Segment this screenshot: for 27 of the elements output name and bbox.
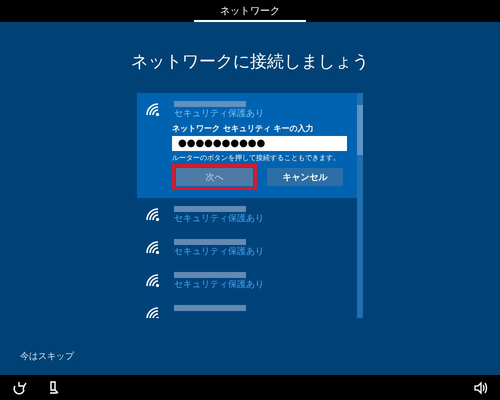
network-item[interactable]: セキュリティ保護あり [137, 264, 357, 297]
cancel-button[interactable]: キャンセル [266, 168, 343, 186]
page-title: ネットワーク [194, 0, 306, 22]
blurred-network-name [174, 305, 246, 311]
blurred-network-name [174, 206, 246, 212]
security-status: セキュリティ保護あり [174, 213, 264, 226]
ease-of-access-icon[interactable] [12, 380, 28, 396]
skip-link[interactable]: 今はスキップ [20, 352, 74, 362]
next-button[interactable]: 次へ [176, 168, 252, 186]
password-field[interactable]: ●●●●●●●●●● [172, 136, 347, 151]
security-status: セキュリティ保護あり [174, 246, 264, 259]
network-item[interactable]: セキュリティ保護あり [137, 231, 357, 264]
scrollbar[interactable] [357, 93, 363, 318]
speaker-icon[interactable] [474, 380, 488, 394]
blurred-network-name [174, 239, 246, 245]
wifi-icon [145, 272, 160, 287]
field-label: ネットワーク セキュリティ キーの入力 [172, 124, 315, 134]
blurred-network-name [174, 101, 246, 107]
security-status: セキュリティ保護あり [174, 108, 264, 121]
heading: ネットワークに接続しましょう [131, 51, 369, 74]
blurred-network-name [174, 272, 246, 278]
wifi-icon [145, 206, 160, 221]
security-status: セキュリティ保護あり [174, 279, 264, 292]
network-item[interactable]: セキュリティ保護あり [137, 198, 357, 231]
wifi-icon [145, 239, 160, 254]
wifi-icon [145, 101, 160, 116]
wifi-icon [145, 305, 160, 318]
